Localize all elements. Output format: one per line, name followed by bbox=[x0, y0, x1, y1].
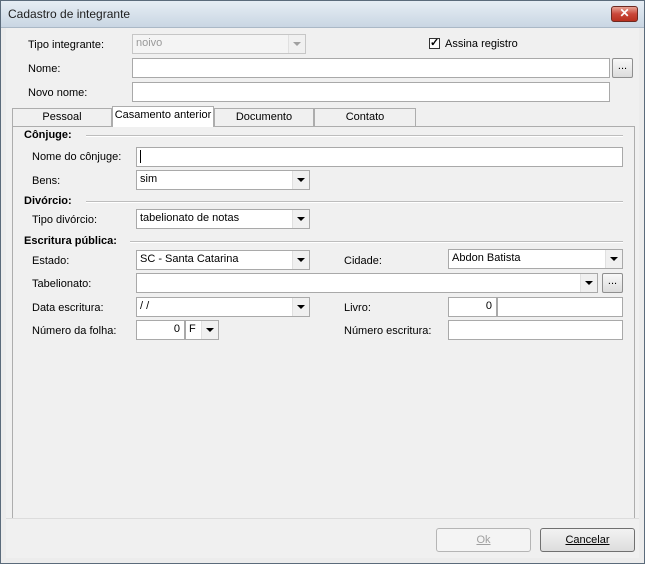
nome-label: Nome: bbox=[28, 63, 61, 75]
section-divider bbox=[130, 241, 623, 243]
livro-number-input[interactable]: 0 bbox=[448, 297, 497, 317]
estado-value: SC - Santa Catarina bbox=[140, 253, 239, 265]
livro-suffix-input[interactable] bbox=[497, 297, 623, 317]
tipo-integrante-label: Tipo integrante: bbox=[28, 39, 105, 51]
close-icon: ✕ bbox=[619, 6, 630, 20]
folha-side-value: F bbox=[189, 323, 196, 335]
data-escritura-select[interactable]: / / bbox=[136, 297, 310, 317]
tab-contato[interactable]: Contato bbox=[314, 108, 416, 126]
tipo-integrante-value: noivo bbox=[136, 37, 163, 49]
bens-select[interactable]: sim bbox=[136, 170, 310, 190]
tab-pessoal[interactable]: Pessoal bbox=[12, 108, 112, 126]
tipo-divorcio-label: Tipo divórcio: bbox=[32, 214, 98, 226]
tabelionato-label: Tabelionato: bbox=[32, 278, 92, 290]
numero-escritura-input[interactable] bbox=[448, 320, 623, 340]
tipo-integrante-select[interactable]: noivo bbox=[132, 34, 306, 54]
bens-value: sim bbox=[140, 173, 158, 185]
chevron-down-icon bbox=[580, 274, 597, 292]
title-bar[interactable]: Cadastro de integrante ✕ bbox=[1, 1, 644, 28]
section-conjuge-title: Cônjuge: bbox=[24, 129, 72, 141]
assina-registro-checkbox[interactable] bbox=[429, 36, 440, 49]
bens-label: Bens: bbox=[32, 175, 61, 187]
folha-side-select[interactable]: F bbox=[185, 320, 219, 340]
cidade-value: Abdon Batista bbox=[452, 252, 521, 264]
cancel-button[interactable]: Cancelar bbox=[540, 528, 635, 552]
chevron-down-icon bbox=[605, 250, 622, 268]
tab-panel-casamento-anterior: Cônjuge: Nome do cônjuge: Bens: sim Divó… bbox=[12, 126, 635, 519]
tipo-divorcio-value: tabelionato de notas bbox=[140, 212, 240, 224]
numero-folha-label: Número da folha: bbox=[32, 325, 117, 337]
novo-nome-label: Novo nome: bbox=[28, 87, 88, 99]
estado-select[interactable]: SC - Santa Catarina bbox=[136, 250, 310, 270]
chevron-down-icon bbox=[292, 298, 309, 316]
section-divider bbox=[86, 201, 623, 203]
chevron-down-icon bbox=[201, 321, 218, 339]
chevron-down-icon bbox=[288, 35, 305, 53]
assina-registro-label: Assina registro bbox=[445, 38, 518, 50]
tabelionato-lookup-button[interactable]: ... bbox=[602, 273, 623, 293]
nome-conjuge-input[interactable] bbox=[136, 147, 623, 167]
tab-documento[interactable]: Documento bbox=[214, 108, 314, 126]
section-escritura-title: Escritura pública: bbox=[24, 235, 117, 247]
dialog-client: Tipo integrante: noivo Assina registro N… bbox=[6, 28, 639, 558]
text-cursor bbox=[140, 150, 141, 163]
cancel-button-label: Cancelar bbox=[565, 534, 610, 546]
tab-casamento-anterior[interactable]: Casamento anterior bbox=[112, 106, 214, 127]
chevron-down-icon bbox=[292, 171, 309, 189]
estado-label: Estado: bbox=[32, 255, 70, 267]
close-button[interactable]: ✕ bbox=[611, 6, 638, 22]
numero-folha-input[interactable]: 0 bbox=[136, 320, 185, 340]
nome-lookup-button[interactable]: ... bbox=[612, 58, 633, 78]
chevron-down-icon bbox=[292, 251, 309, 269]
nome-conjuge-label: Nome do cônjuge: bbox=[32, 151, 122, 163]
footer-divider bbox=[6, 518, 639, 519]
section-divorcio-title: Divórcio: bbox=[24, 195, 72, 207]
livro-label: Livro: bbox=[344, 302, 371, 314]
tabelionato-select[interactable] bbox=[136, 273, 598, 293]
nome-input[interactable] bbox=[132, 58, 610, 78]
ok-button-label: Ok bbox=[476, 534, 491, 546]
tipo-divorcio-select[interactable]: tabelionato de notas bbox=[136, 209, 310, 229]
data-escritura-label: Data escritura: bbox=[32, 302, 104, 314]
cidade-label: Cidade: bbox=[344, 255, 382, 267]
novo-nome-input[interactable] bbox=[132, 82, 610, 102]
chevron-down-icon bbox=[292, 210, 309, 228]
numero-escritura-label: Número escritura: bbox=[344, 325, 432, 337]
window-title: Cadastro de integrante bbox=[8, 7, 131, 21]
cidade-select[interactable]: Abdon Batista bbox=[448, 249, 623, 269]
ok-button[interactable]: Ok bbox=[436, 528, 531, 552]
section-divider bbox=[86, 135, 623, 137]
dialog-window: Cadastro de integrante ✕ Tipo integrante… bbox=[0, 0, 645, 564]
data-escritura-value: / / bbox=[140, 300, 150, 312]
